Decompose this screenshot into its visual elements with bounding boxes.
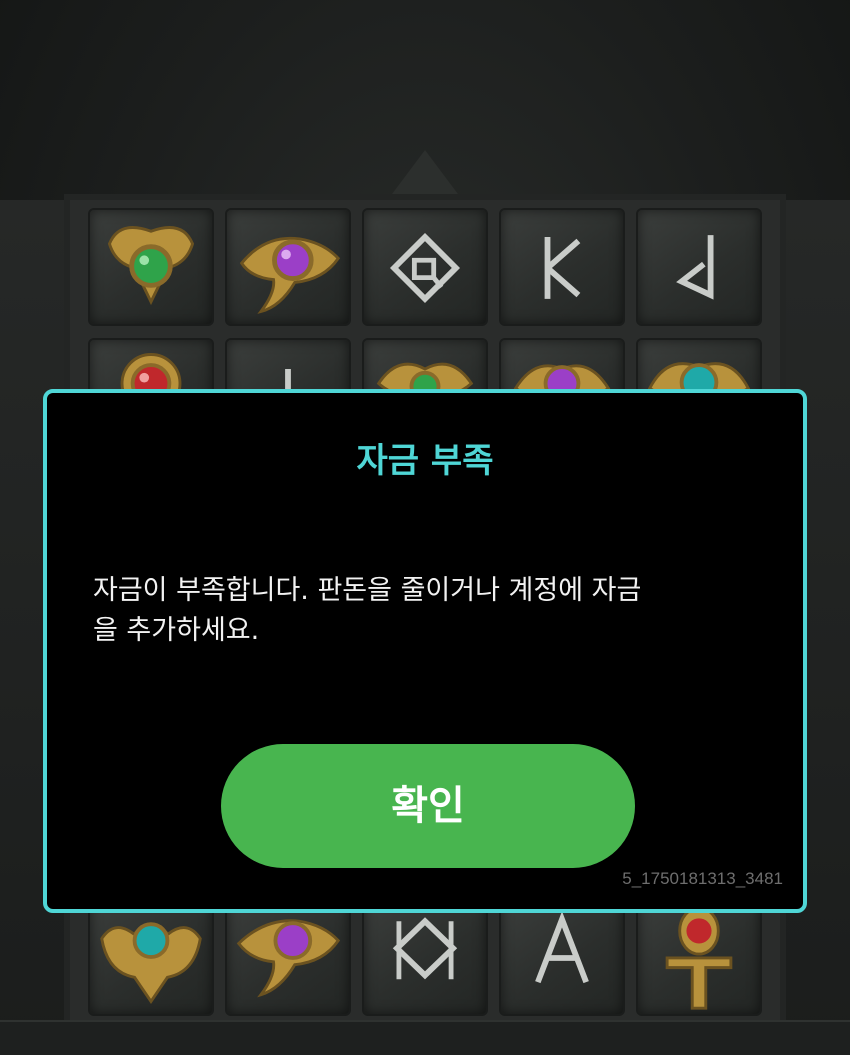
ankh-red-gem-icon	[665, 906, 733, 1010]
rune-a-icon	[535, 911, 589, 984]
slot-tile-eye-purple-bottom	[225, 898, 351, 1016]
dialog-message-line-2: 을 추가하세요.	[93, 615, 260, 646]
dialog-message-line-1: 자금이 부족합니다. 판돈을 줄이거나 계정에 자금	[93, 575, 642, 606]
slot-tile-rune-diamond	[362, 208, 488, 326]
dialog-message: 자금이 부족합니다. 판돈을 줄이거나 계정에 자금 을 추가하세요.	[93, 571, 753, 651]
slot-tile-rune-j	[636, 208, 762, 326]
slot-tile-ankh-red	[636, 898, 762, 1016]
insufficient-funds-dialog: 자금 부족 자금이 부족합니다. 판돈을 줄이거나 계정에 자금 을 추가하세요…	[43, 389, 807, 913]
eye-of-horus-purple-gem-icon	[239, 236, 341, 314]
eye-of-horus-purple-gem-icon	[236, 919, 341, 998]
slot-tile-rune-diamond-bottom	[362, 898, 488, 1016]
slot-tile-scarab-green	[88, 208, 214, 326]
rune-diamond-icon	[392, 917, 458, 980]
scarab-teal-gem-icon	[100, 922, 202, 1005]
rune-k-icon	[544, 237, 581, 299]
slot-tile-eye-purple	[225, 208, 351, 326]
stone-floor	[0, 1020, 850, 1055]
slot-tile-rune-a	[499, 898, 625, 1016]
rune-diamond-icon	[389, 232, 461, 303]
confirm-button[interactable]: 확인	[221, 744, 635, 868]
rune-j-icon	[676, 235, 714, 300]
slot-tile-scarab-teal-bottom	[88, 898, 214, 1016]
dialog-id-text: 5_1750181313_3481	[622, 869, 783, 888]
slot-tile-rune-k	[499, 208, 625, 326]
scarab-green-gem-icon	[107, 226, 195, 306]
dialog-title: 자금 부족	[356, 441, 494, 481]
